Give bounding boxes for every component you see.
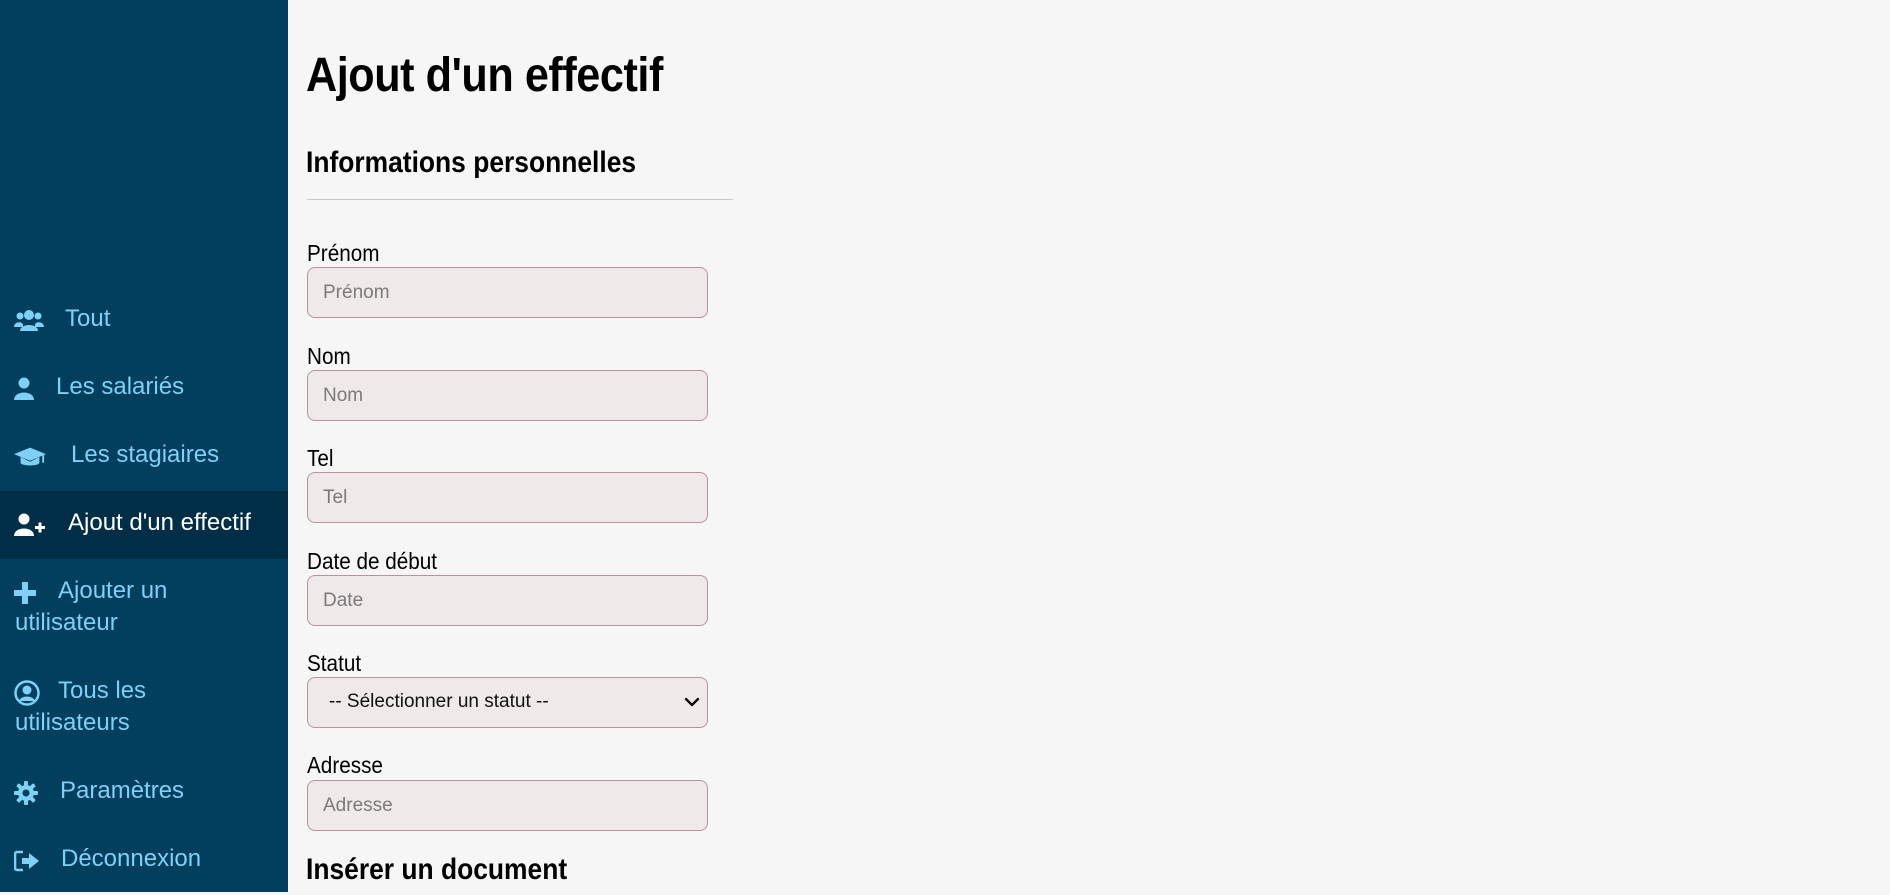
page-title: Ajout d'un effectif — [306, 49, 663, 102]
gear-icon — [14, 777, 46, 809]
sidebar-item-stagiaires[interactable]: Les stagiaires — [0, 423, 288, 491]
tel-label: Tel — [307, 445, 334, 471]
sidebar-item-tout[interactable]: Tout — [0, 287, 288, 355]
sidebar-item-salaries[interactable]: Les salariés — [0, 355, 288, 423]
sidebar-item-label: Déconnexion — [61, 845, 202, 872]
sidebar-item-tous-utilisateurs[interactable]: Tous les utilisateurs — [0, 659, 288, 759]
user-plus-icon — [14, 509, 46, 541]
sidebar-item-label: Ajout d'un effectif — [68, 509, 251, 536]
statut-select[interactable]: -- Sélectionner un statut -- — [307, 677, 708, 728]
sidebar-item-ajouter-utilisateur[interactable]: Ajouter un utilisateur — [0, 559, 288, 659]
sidebar-item-label: Tous les utilisateurs — [15, 677, 147, 736]
adresse-input[interactable] — [307, 780, 708, 831]
users-icon — [14, 305, 46, 337]
sidebar-item-label: Les salariés — [56, 373, 185, 400]
sidebar-item-parametres[interactable]: Paramètres — [0, 759, 288, 827]
nom-input[interactable] — [307, 370, 708, 421]
date-debut-input[interactable] — [307, 575, 708, 626]
sign-out-icon — [14, 845, 46, 877]
sidebar-item-label: Ajouter un utilisateur — [15, 577, 168, 636]
sidebar-item-label: Paramètres — [60, 777, 185, 804]
sidebar-item-deconnexion[interactable]: Déconnexion — [0, 827, 288, 895]
section-divider — [307, 199, 733, 200]
sidebar-item-ajout-effectif[interactable]: Ajout d'un effectif — [0, 491, 288, 559]
section-title: Informations personnelles — [306, 146, 637, 179]
sidebar-item-label: Les stagiaires — [71, 441, 220, 468]
sidebar-item-label: Tout — [65, 305, 111, 332]
main-content: Ajout d'un effectif Informations personn… — [288, 0, 1890, 892]
sidebar: Tout Les salariés Les stagiaires Ajout d… — [0, 0, 288, 892]
chevron-down-icon — [683, 693, 701, 711]
statut-selected-value: -- Sélectionner un statut -- — [329, 691, 549, 712]
statut-label: Statut — [307, 650, 362, 676]
graduation-cap-icon — [14, 441, 46, 473]
user-icon — [14, 373, 46, 405]
tel-input[interactable] — [307, 472, 708, 523]
date-debut-label: Date de début — [307, 548, 438, 574]
prenom-input[interactable] — [307, 267, 708, 318]
nom-label: Nom — [307, 343, 351, 369]
document-section-title: Insérer un document — [306, 853, 568, 886]
sidebar-nav: Tout Les salariés Les stagiaires Ajout d… — [0, 287, 288, 895]
prenom-label: Prénom — [307, 240, 380, 266]
adresse-label: Adresse — [307, 752, 383, 778]
